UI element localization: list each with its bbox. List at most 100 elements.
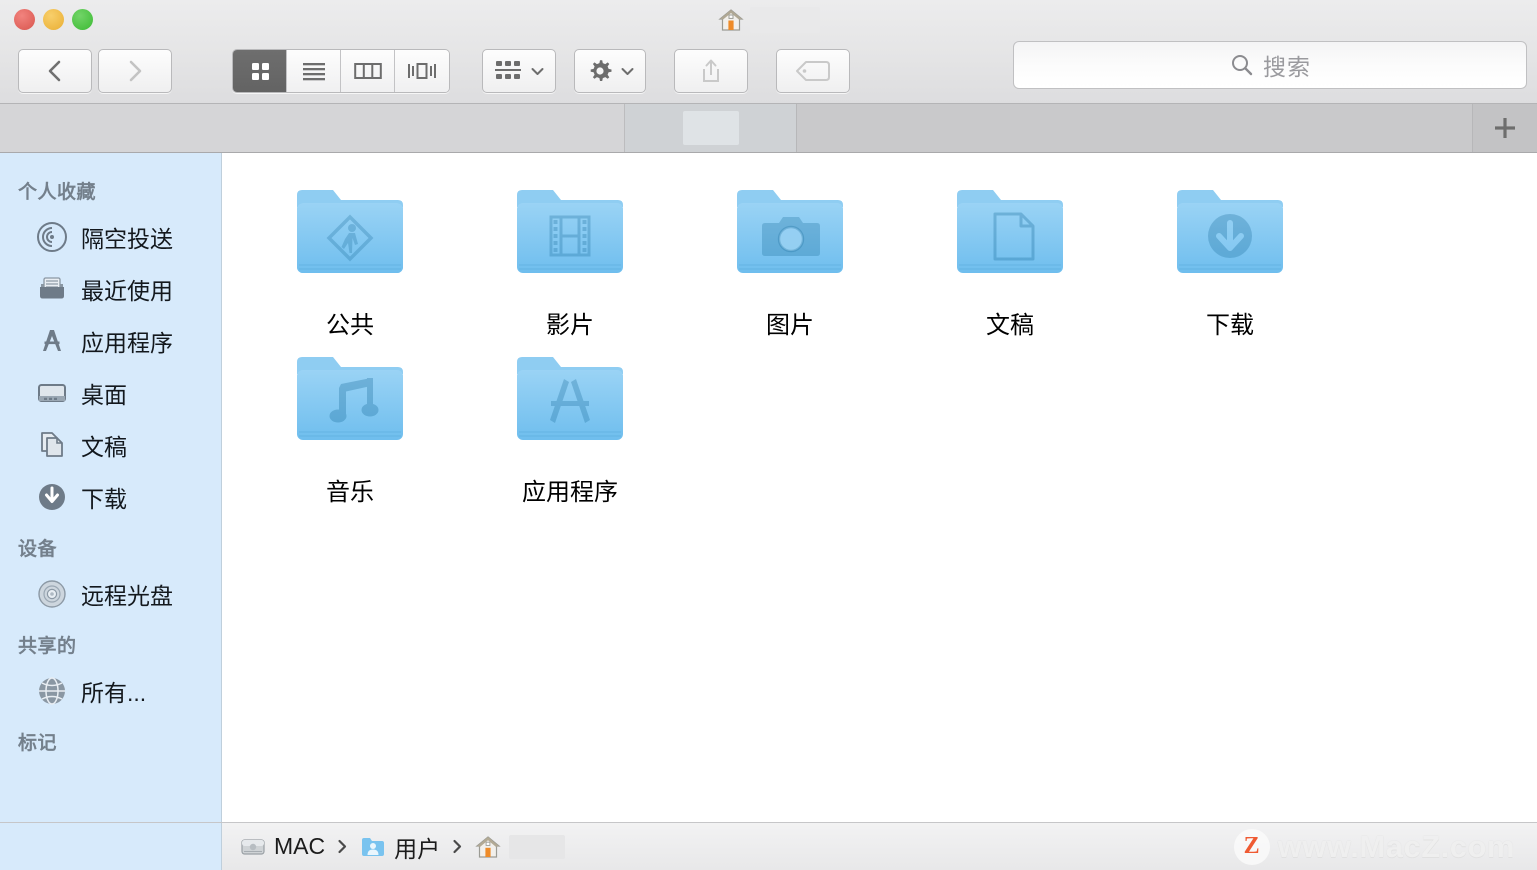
- share-button[interactable]: [674, 49, 748, 93]
- sidebar-item-recents[interactable]: 最近使用: [0, 263, 221, 315]
- sidebar-item-downloads[interactable]: 下载: [0, 471, 221, 523]
- chevron-right-icon: [129, 60, 142, 82]
- sidebar-item-documents[interactable]: 文稿: [0, 419, 221, 471]
- sidebar-section-favorites-header: 个人收藏: [18, 182, 97, 203]
- breadcrumb-label: [509, 834, 566, 859]
- path-bar-sidebar-pad: [0, 823, 222, 870]
- file-item-applications[interactable]: 应用程序: [460, 340, 680, 507]
- tab-active[interactable]: [625, 104, 797, 152]
- plus-icon: [1495, 118, 1515, 138]
- sidebar-item-desktop[interactable]: 桌面: [0, 367, 221, 419]
- file-item-music[interactable]: 音乐: [240, 340, 460, 507]
- window-title-text: [749, 7, 820, 33]
- chevron-left-icon: [48, 60, 61, 82]
- breadcrumb-home[interactable]: [475, 834, 566, 860]
- folder-documents-icon: [957, 190, 1063, 273]
- coverflow-view-button[interactable]: [395, 50, 449, 92]
- view-mode-segmented-control[interactable]: [232, 49, 450, 93]
- arrange-button[interactable]: [482, 49, 556, 93]
- finder-window: 搜索 个人收藏 隔空投送 最近使用 应用程序 桌面 文稿 下载 设备 远程光盘 …: [0, 0, 1537, 870]
- folder-applications-icon: [517, 357, 623, 440]
- sidebar-item-label: 文稿: [81, 434, 127, 460]
- titlebar: 搜索: [0, 0, 1537, 104]
- sidebar-item-label: 应用程序: [81, 330, 173, 356]
- sidebar-section-tags-header: 标记: [18, 733, 58, 754]
- file-item-movies[interactable]: 影片: [460, 173, 680, 340]
- back-button[interactable]: [18, 49, 92, 93]
- sidebar-item-all-shared[interactable]: 所有...: [0, 665, 221, 717]
- watermark-text: www.MacZ.com: [1277, 828, 1515, 864]
- breadcrumb-users[interactable]: 用户: [360, 830, 440, 864]
- file-item-pictures[interactable]: 图片: [680, 173, 900, 340]
- file-item-label: 文稿: [986, 312, 1034, 339]
- sidebar-item-label: 所有...: [81, 680, 147, 706]
- folder-downloads-icon: [1177, 190, 1283, 273]
- file-item-documents[interactable]: 文稿: [900, 173, 1120, 340]
- file-item-downloads[interactable]: 下载: [1120, 173, 1340, 340]
- window-title: [0, 4, 1537, 36]
- file-item-public[interactable]: 公共: [240, 173, 460, 340]
- recents-icon: [40, 277, 64, 299]
- chevron-down-icon: [531, 67, 544, 75]
- icon-view-button[interactable]: [233, 50, 287, 92]
- tag-icon: [796, 61, 830, 81]
- window-body: 个人收藏 隔空投送 最近使用 应用程序 桌面 文稿 下载 设备 远程光盘 共享的…: [0, 153, 1537, 822]
- file-browser-content[interactable]: 公共 影片 图片 文稿 下载 音乐 应用程序: [222, 153, 1537, 822]
- sidebar: 个人收藏 隔空投送 最近使用 应用程序 桌面 文稿 下载 设备 远程光盘 共享的…: [0, 153, 222, 822]
- sidebar-item-airdrop[interactable]: 隔空投送: [0, 211, 221, 263]
- arrange-icon: [495, 61, 521, 79]
- search-field[interactable]: 搜索: [1013, 41, 1527, 89]
- sidebar-section-devices-header: 设备: [18, 539, 58, 560]
- sidebar-item-applications[interactable]: 应用程序: [0, 315, 221, 367]
- search-input[interactable]: 搜索: [1263, 48, 1311, 82]
- sidebar-item-remote-disc[interactable]: 远程光盘: [0, 568, 221, 620]
- disc-icon: [38, 580, 66, 608]
- tab-bar: [0, 104, 1537, 153]
- breadcrumb-label: 用户: [394, 835, 441, 862]
- file-item-label: 公共: [326, 312, 374, 339]
- share-icon: [703, 59, 719, 82]
- forward-button[interactable]: [98, 49, 172, 93]
- tab-label: [682, 111, 739, 145]
- sidebar-item-label: 最近使用: [81, 278, 173, 304]
- documents-icon: [41, 432, 63, 457]
- users-folder-icon: [362, 837, 385, 856]
- column-view-button[interactable]: [341, 50, 395, 92]
- columns-icon: [353, 63, 382, 79]
- coverflow-icon: [408, 63, 436, 79]
- airdrop-icon: [37, 222, 67, 252]
- list-icon: [302, 63, 325, 81]
- tab-strip-right: [797, 104, 1473, 152]
- grid-icon: [251, 63, 269, 80]
- file-item-label: 影片: [546, 312, 594, 339]
- new-tab-button[interactable]: [1473, 104, 1537, 152]
- harddisk-icon: [241, 838, 265, 855]
- sidebar-item-label: 下载: [81, 486, 127, 512]
- sidebar-item-label: 远程光盘: [81, 583, 173, 609]
- folder-public-icon: [297, 190, 403, 273]
- home-icon: [717, 9, 744, 31]
- folder-music-icon: [297, 357, 403, 440]
- file-item-label: 应用程序: [522, 479, 618, 506]
- sidebar-item-label: 桌面: [81, 382, 127, 408]
- action-menu-button[interactable]: [574, 49, 646, 93]
- watermark-badge: Z: [1233, 828, 1270, 865]
- file-item-label: 音乐: [326, 479, 374, 506]
- list-view-button[interactable]: [287, 50, 341, 92]
- breadcrumb-mac[interactable]: MAC: [240, 833, 325, 860]
- downloads-icon: [39, 484, 65, 510]
- chevron-down-icon: [621, 67, 634, 75]
- applications-icon: [43, 330, 61, 351]
- chevron-right-icon: [338, 839, 347, 854]
- folder-movies-icon: [517, 190, 623, 273]
- sidebar-section-shared-header: 共享的: [18, 636, 77, 657]
- gear-icon: [590, 60, 612, 81]
- watermark: Z www.MacZ.com: [1233, 828, 1515, 865]
- tag-button[interactable]: [776, 49, 850, 93]
- breadcrumb-label: MAC: [274, 833, 326, 859]
- tab-strip-left: [0, 104, 625, 152]
- network-globe-icon: [39, 677, 65, 705]
- file-item-label: 图片: [766, 312, 814, 339]
- file-item-label: 下载: [1206, 312, 1254, 339]
- path-bar: MAC 用户 Z www.MacZ.com: [0, 822, 1537, 870]
